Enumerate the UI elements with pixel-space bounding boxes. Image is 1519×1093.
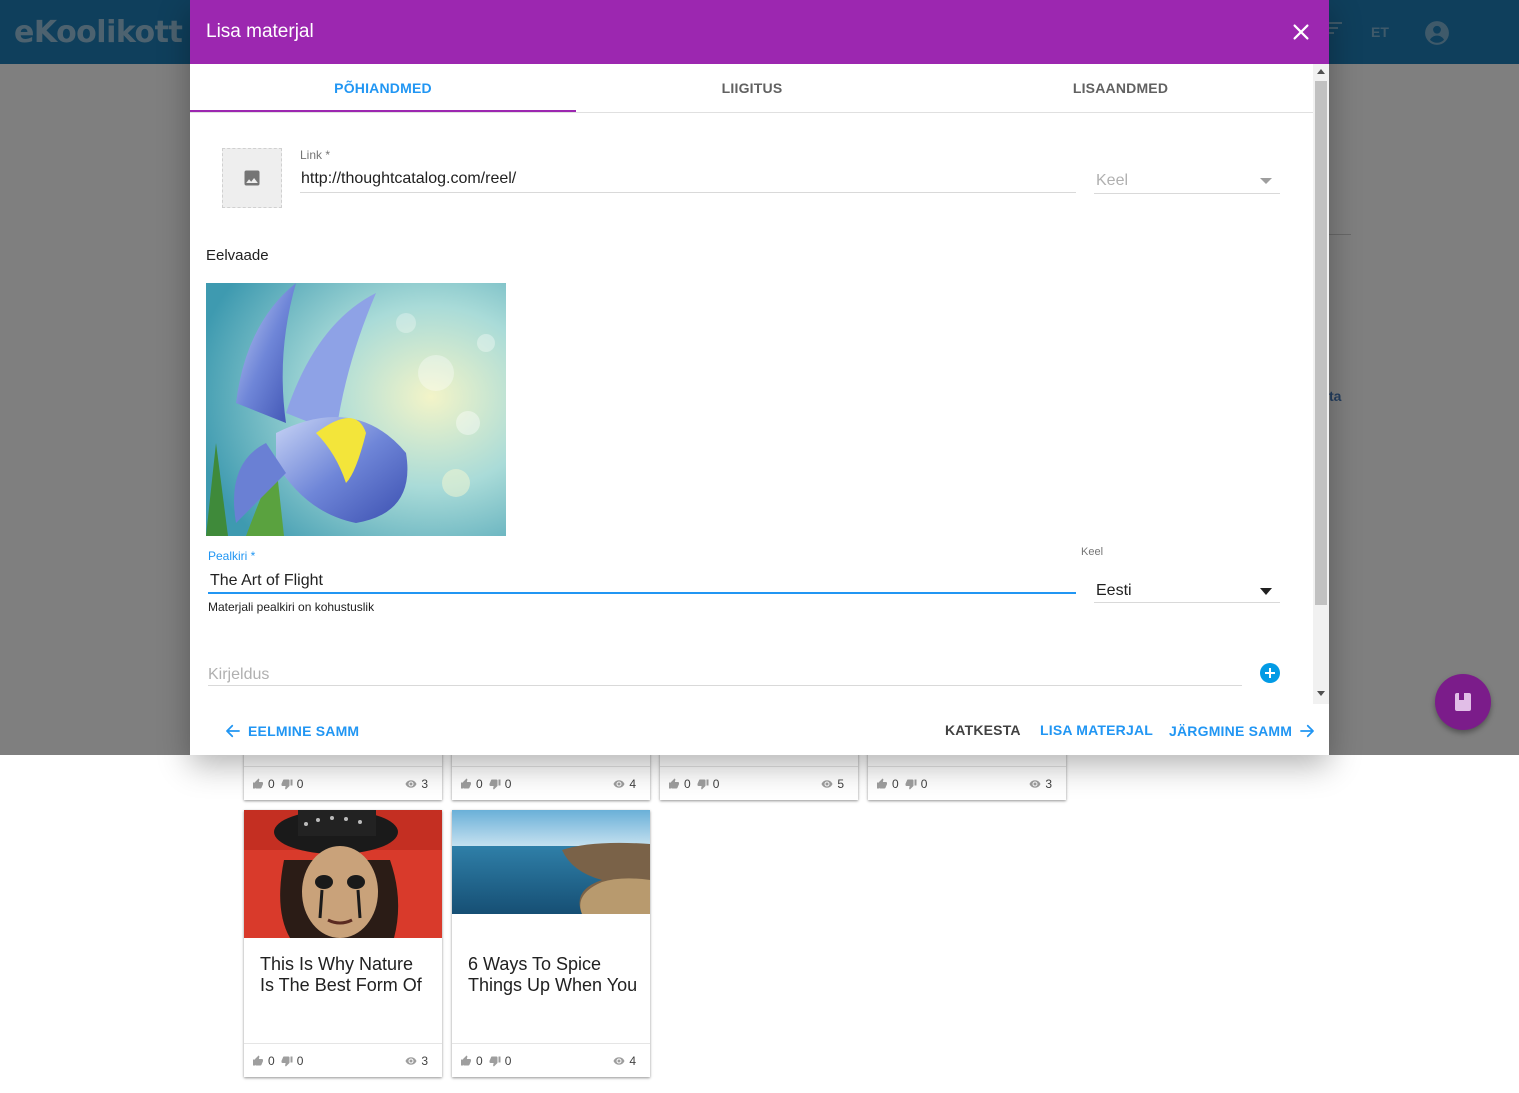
views-count: 4 [629, 1053, 636, 1068]
tab-liigitus[interactable]: LIIGITUS [576, 64, 928, 112]
thumb-up-icon[interactable] [460, 1055, 472, 1067]
tab-indicator [190, 110, 576, 112]
thumb-down-icon[interactable] [697, 778, 709, 790]
thumb-down-icon[interactable] [281, 778, 293, 790]
scroll-down-icon[interactable] [1317, 691, 1325, 696]
eye-icon [405, 779, 417, 788]
dialog-scrollbar[interactable] [1313, 64, 1329, 704]
card-footer: 0 0 3 [868, 766, 1066, 800]
next-step-label: JÄRGMINE SAMM [1169, 723, 1293, 739]
dislikes-count: 0 [296, 776, 304, 791]
add-material-label: LISA MATERJAL [1040, 722, 1154, 738]
likes-count: 0 [476, 776, 483, 791]
thumb-up-icon[interactable] [252, 1055, 264, 1067]
views-count: 3 [1045, 776, 1052, 791]
views-count: 3 [421, 1053, 428, 1068]
thumb-down-icon[interactable] [489, 778, 501, 790]
eye-icon [613, 1056, 625, 1065]
dialog-tabs: PÕHIANDMED LIIGITUS LISAANDMED [190, 64, 1313, 113]
add-material-fab[interactable] [1435, 674, 1491, 730]
preview-image [206, 283, 506, 536]
chevron-down-icon[interactable] [1260, 588, 1272, 595]
views-count: 3 [421, 776, 428, 791]
cancel-button[interactable]: KATKESTA [945, 722, 1021, 738]
title-input[interactable] [208, 569, 1074, 593]
language-select[interactable]: Eesti [1096, 582, 1132, 600]
likes-count: 0 [268, 776, 275, 791]
card-footer: 0 0 4 [452, 1043, 650, 1077]
eye-icon [613, 779, 625, 788]
likes-count: 0 [684, 776, 691, 791]
dialog-header: Lisa materjal [190, 0, 1329, 64]
eye-icon [1029, 779, 1041, 788]
language-top-underline [1094, 193, 1280, 194]
dislikes-count: 0 [296, 1053, 304, 1068]
views-count: 5 [837, 776, 844, 791]
add-material-dialog: Lisa materjal PÕHIANDMED LIIGITUS LISAAN… [190, 0, 1329, 755]
language-underline [1094, 602, 1280, 603]
thumb-down-icon[interactable] [905, 778, 917, 790]
chevron-down-icon[interactable] [1260, 178, 1272, 184]
likes-count: 0 [892, 776, 899, 791]
arrow-left-icon [226, 724, 240, 738]
card-title[interactable]: This Is Why Nature Is The Best Form Of [260, 954, 430, 996]
thumb-down-icon[interactable] [489, 1055, 501, 1067]
preview-heading: Eelvaade [206, 247, 269, 264]
eye-icon [405, 1056, 417, 1065]
material-card[interactable]: 6 Ways To Spice Things Up When You 0 0 4 [452, 810, 650, 1077]
card-footer: 0 0 4 [452, 766, 650, 800]
previous-step-button[interactable]: EELMINE SAMM [224, 722, 359, 740]
previous-step-label: EELMINE SAMM [248, 723, 360, 739]
scroll-up-icon[interactable] [1317, 69, 1325, 74]
dialog-title: Lisa materjal [206, 21, 314, 42]
dislikes-count: 0 [712, 776, 720, 791]
card-footer: 0 0 3 [244, 1043, 442, 1077]
card-footer: 0 0 5 [660, 766, 858, 800]
thumb-up-icon[interactable] [460, 778, 472, 790]
image-icon [244, 170, 260, 186]
thumb-up-icon[interactable] [668, 778, 680, 790]
title-underline [208, 592, 1076, 594]
add-description-button[interactable] [1260, 663, 1280, 683]
link-input[interactable]: http://thoughtcatalog.com/reel/ [301, 170, 516, 188]
language-select-top[interactable]: Keel [1096, 172, 1128, 190]
eye-icon [821, 779, 833, 788]
title-helper-text: Materjali pealkiri on kohustuslik [208, 600, 375, 614]
dislikes-count: 0 [504, 776, 512, 791]
description-underline [208, 685, 1242, 686]
views-count: 4 [629, 776, 636, 791]
add-material-button[interactable]: LISA MATERJAL [1040, 722, 1153, 738]
dislikes-count: 0 [920, 776, 928, 791]
tab-pohiandmed[interactable]: PÕHIANDMED [190, 64, 576, 112]
likes-count: 0 [476, 1053, 483, 1068]
dislikes-count: 0 [504, 1053, 512, 1068]
card-image [452, 810, 650, 914]
thumb-down-icon[interactable] [281, 1055, 293, 1067]
dialog-actions: EELMINE SAMM KATKESTA LISA MATERJAL JÄRG… [190, 704, 1329, 755]
card-image [244, 810, 442, 938]
thumb-up-icon[interactable] [252, 778, 264, 790]
tab-lisaandmed[interactable]: LISAANDMED [928, 64, 1313, 112]
link-label: Link * [300, 148, 331, 162]
book-icon [1455, 693, 1471, 711]
cancel-label: KATKESTA [945, 722, 1021, 738]
material-card[interactable]: This Is Why Nature Is The Best Form Of 0… [244, 810, 442, 1077]
language-label: Keel [1081, 546, 1104, 558]
description-input[interactable]: Kirjeldus [208, 666, 269, 684]
title-label: Pealkiri * [208, 549, 256, 563]
scrollbar-thumb[interactable] [1315, 81, 1327, 605]
link-underline [300, 192, 1076, 193]
thumb-up-icon[interactable] [876, 778, 888, 790]
close-icon[interactable] [1290, 21, 1312, 43]
card-footer: 0 0 3 [244, 766, 442, 800]
arrow-right-icon [1300, 724, 1315, 738]
likes-count: 0 [268, 1053, 275, 1068]
plus-icon [1265, 668, 1275, 678]
next-step-button[interactable]: JÄRGMINE SAMM [1169, 722, 1316, 740]
thumbnail-upload[interactable] [222, 148, 282, 208]
card-title[interactable]: 6 Ways To Spice Things Up When You [468, 954, 638, 996]
